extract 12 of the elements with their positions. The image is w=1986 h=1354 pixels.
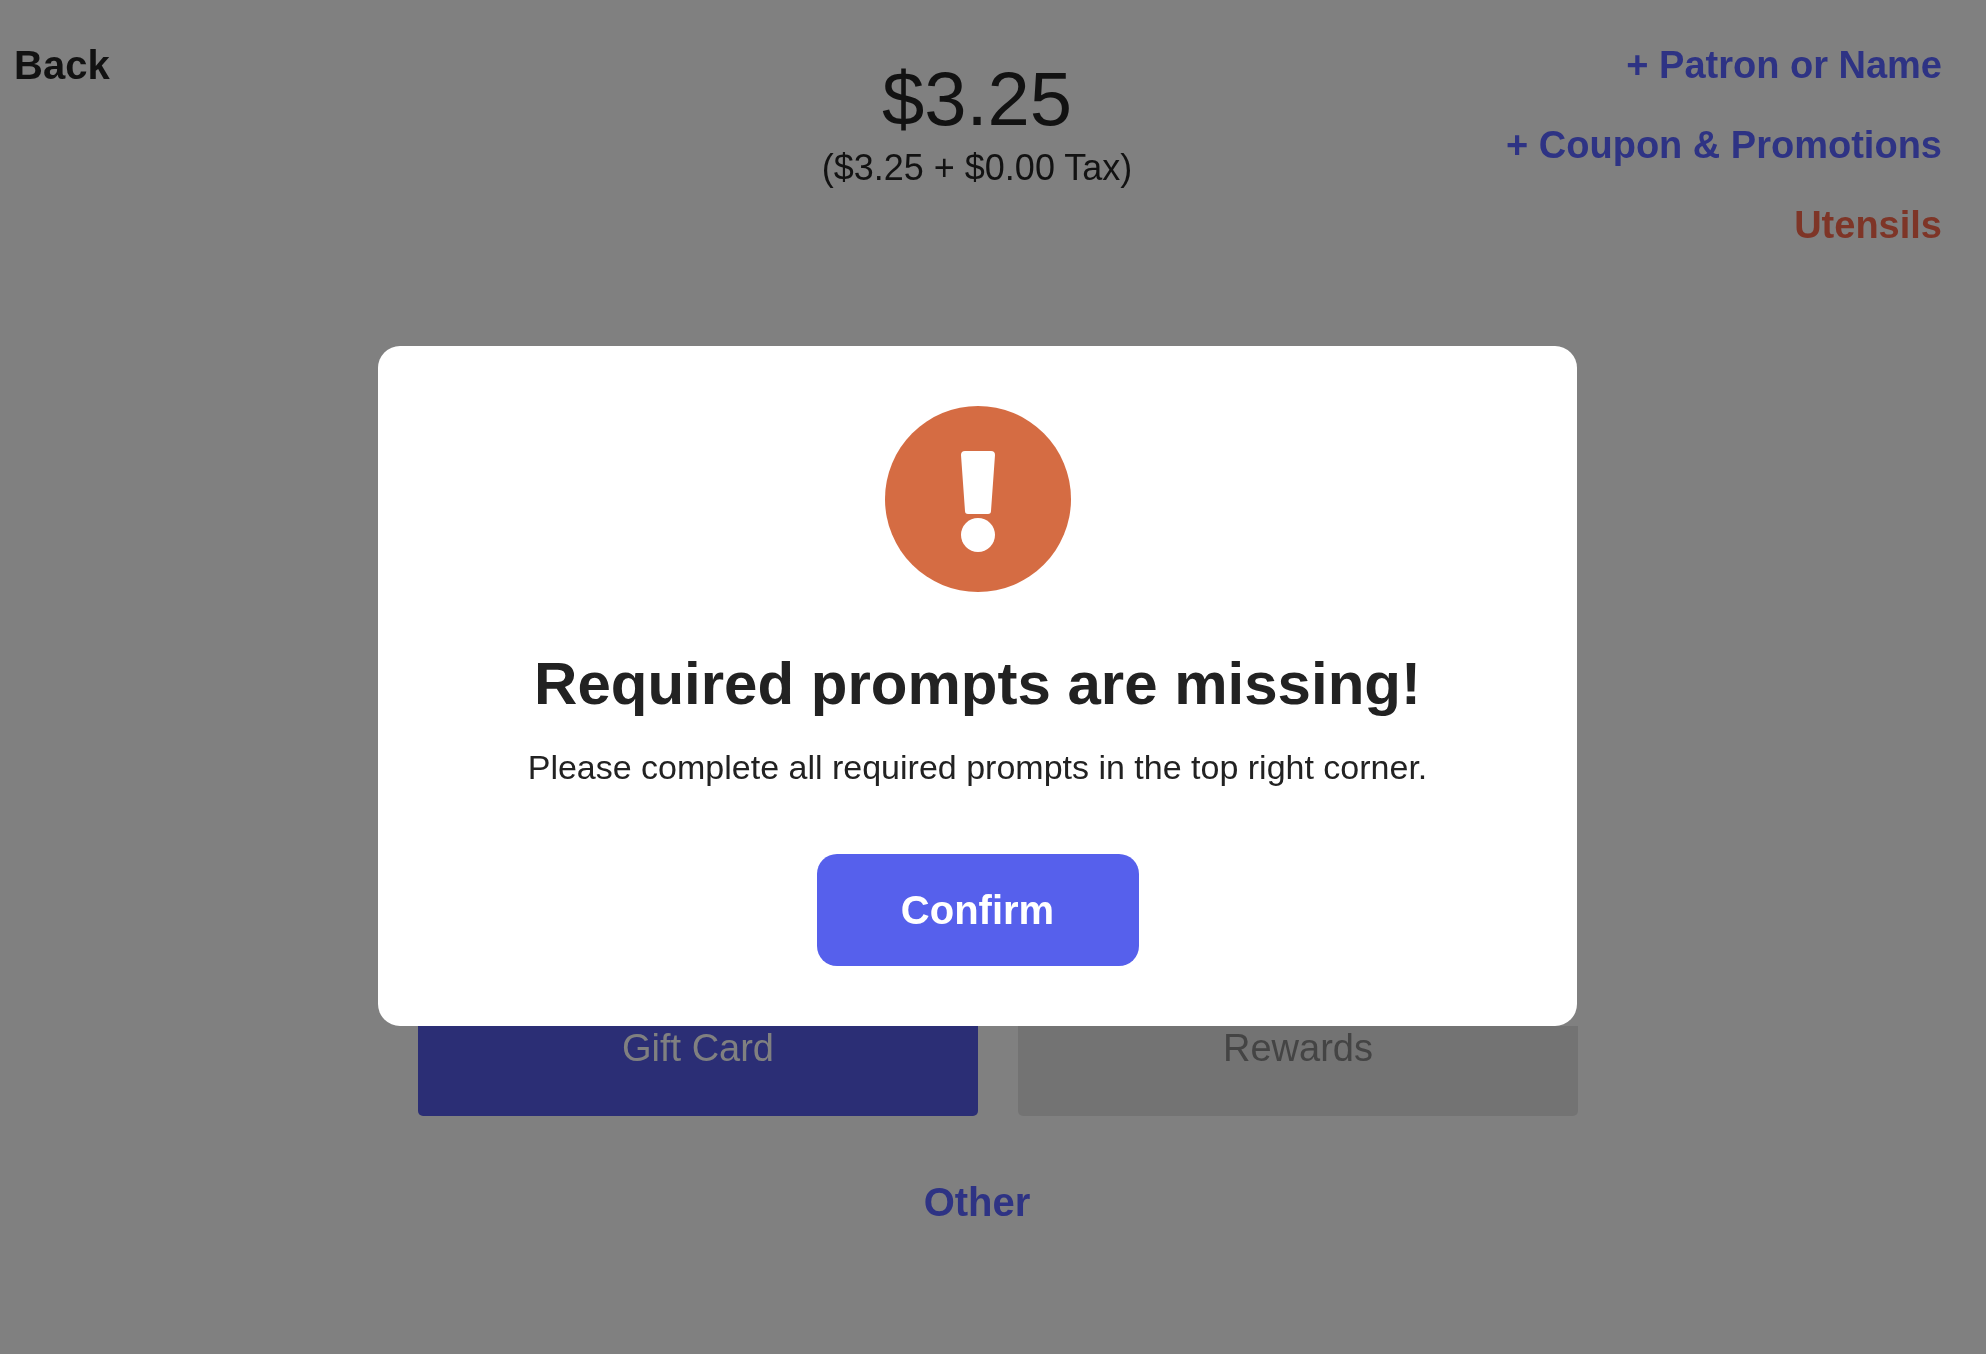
dialog-title: Required prompts are missing! (534, 650, 1421, 718)
back-link[interactable]: Back (14, 41, 110, 89)
confirm-button[interactable]: Confirm (816, 854, 1139, 966)
add-prompt-link[interactable]: + Coupon & Promotions (1506, 121, 1942, 169)
exclamation-circle-icon (884, 406, 1071, 592)
order-total: $3.25 (881, 57, 1073, 141)
required-prompt-link[interactable]: Utensils (1794, 201, 1942, 249)
dialog-message: Please complete all required prompts in the top right corner. (527, 747, 1428, 788)
payment-button[interactable]: Gift Card (418, 1026, 978, 1116)
other-link[interactable]: Other (923, 1178, 1031, 1226)
tax-breakdown: ($3.25 + $0.00 Tax) (821, 146, 1133, 190)
add-prompt-link[interactable]: + Patron or Name (1626, 41, 1942, 89)
